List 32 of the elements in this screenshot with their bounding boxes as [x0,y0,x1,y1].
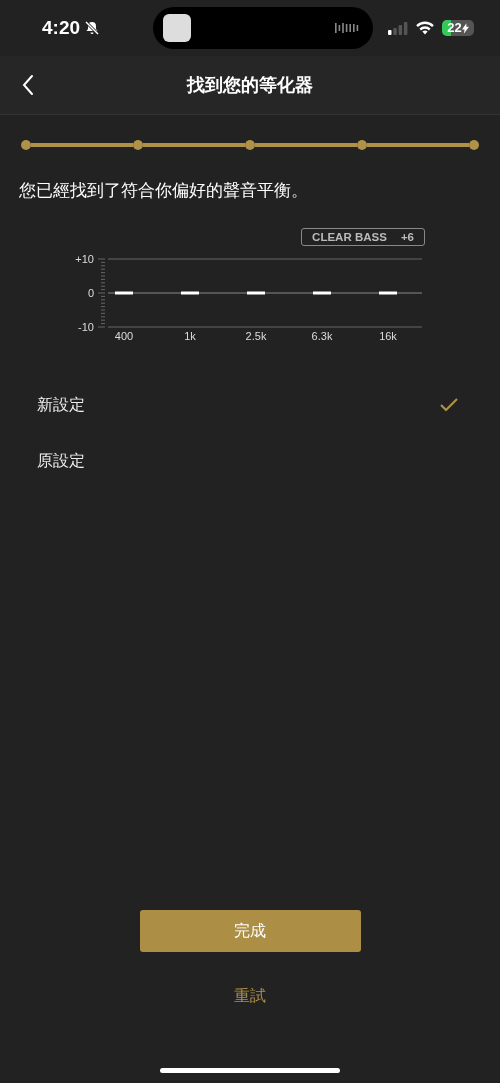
axis-label: 400 [114,330,134,342]
retry-link[interactable]: 重試 [230,982,270,1011]
axis-label: 2.5k [245,330,267,342]
axis-label: +10 [75,253,94,265]
axis-label: 6.3k [311,330,333,342]
badge-value: +6 [400,231,414,243]
dynamic-island[interactable] [153,7,373,49]
waveform-icon [335,22,361,34]
axis-label: 16k [379,330,397,342]
setting-option[interactable]: 新設定 [0,377,500,433]
result-message: 您已經找到了符合你偏好的聲音平衡。 [19,179,309,202]
eq-band-marker[interactable] [379,291,397,295]
axis-label: 1k [184,330,196,342]
page-title: 找到您的等化器 [187,73,313,97]
eq-band-marker[interactable] [247,291,265,295]
wifi-icon [415,21,435,35]
option-label: 原設定 [37,450,85,472]
signal-icon [388,21,408,35]
eq-band-marker[interactable] [115,291,133,295]
charging-icon [461,22,469,34]
back-icon [22,74,34,96]
badge-label: CLEAR BASS [312,231,387,243]
y-axis-scale [97,258,106,328]
eq-band-marker[interactable] [181,291,199,295]
setting-option[interactable]: 原設定 [0,433,500,489]
app-icon [163,14,191,42]
bell-muted-icon [84,20,101,36]
axis-label: -10 [78,321,94,333]
status-time: 4:20 [42,17,81,39]
option-label: 新設定 [37,394,85,416]
axis-label: 0 [87,287,94,299]
eq-band-marker[interactable] [313,291,331,295]
